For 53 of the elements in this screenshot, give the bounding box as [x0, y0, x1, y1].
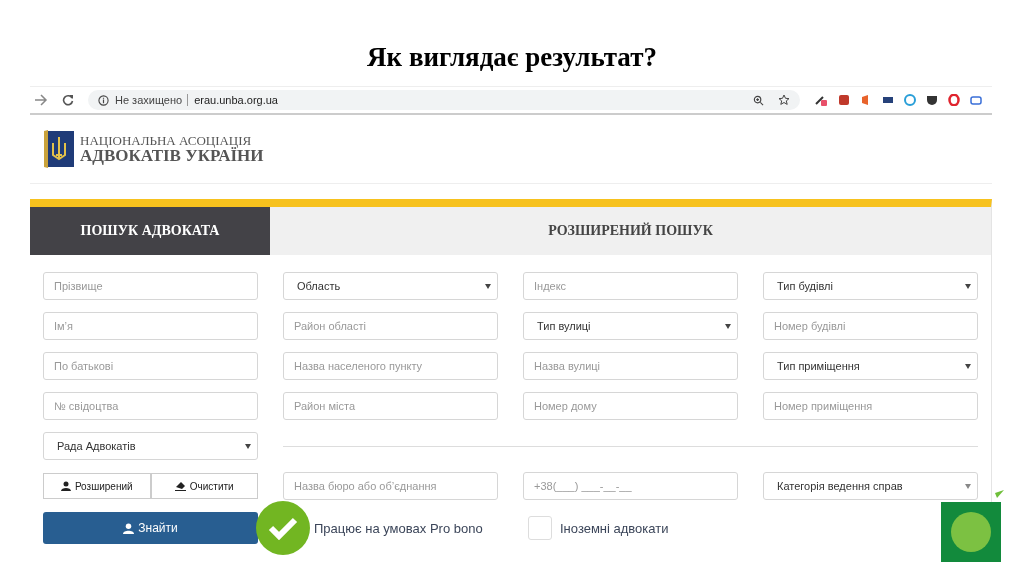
- checkbox-label: Працює на умовах Pro bono: [314, 520, 483, 536]
- caret-icon: [725, 323, 731, 329]
- reload-icon[interactable]: [62, 94, 74, 106]
- input-field[interactable]: № свідоцтва: [43, 392, 258, 420]
- person-icon: [60, 481, 71, 491]
- input-field[interactable]: Номер приміщення: [763, 392, 978, 420]
- info-icon[interactable]: [98, 94, 109, 106]
- input-field[interactable]: Назва населеного пункту: [283, 352, 498, 380]
- star-icon[interactable]: [778, 94, 790, 106]
- dropdown[interactable]: Область: [283, 272, 498, 300]
- input-field[interactable]: Номер будівлі: [763, 312, 978, 340]
- input-field[interactable]: Ім’я: [43, 312, 258, 340]
- zoom-icon[interactable]: [753, 94, 764, 106]
- action-button[interactable]: Очистити: [150, 473, 258, 499]
- dropdown[interactable]: Тип вулиці: [523, 312, 738, 340]
- find-button[interactable]: Знайти: [43, 512, 258, 544]
- caret-icon: [245, 443, 251, 449]
- url-text[interactable]: erau.unba.org.ua: [194, 94, 278, 106]
- caret-icon: [965, 283, 971, 289]
- logo-text: НАЦІОНАЛЬНА АСОЦІАЦІЯ: [80, 134, 252, 147]
- caret-icon: [485, 283, 491, 289]
- input-field[interactable]: Назва бюро або об’єднання: [283, 472, 498, 500]
- input-field[interactable]: +38(___) ___-__-__: [523, 472, 738, 500]
- input-field[interactable]: Район міста: [283, 392, 498, 420]
- input-field[interactable]: Номер дому: [523, 392, 738, 420]
- dropdown[interactable]: Категорія ведення справ: [763, 472, 978, 500]
- input-field[interactable]: Район області: [283, 312, 498, 340]
- extension-icon[interactable]: [882, 94, 894, 106]
- check-icon: [268, 516, 298, 540]
- dropdown[interactable]: Рада Адвокатів: [43, 432, 258, 460]
- slide-title: Як виглядає результат?: [366, 41, 658, 74]
- forward-icon[interactable]: [34, 94, 48, 106]
- tab[interactable]: РОЗШИРЕНИЙ ПОШУК: [270, 207, 991, 255]
- checkbox[interactable]: [528, 516, 552, 540]
- dropdown[interactable]: Тип будівлі: [763, 272, 978, 300]
- dropdown[interactable]: Тип приміщення: [763, 352, 978, 380]
- caret-icon: [965, 363, 971, 369]
- checkbox[interactable]: [256, 501, 310, 555]
- input-field[interactable]: Назва вулиці: [523, 352, 738, 380]
- tab[interactable]: ПОШУК АДВОКАТА: [30, 207, 270, 255]
- input-field[interactable]: Прізвище: [43, 272, 258, 300]
- checkbox-label: Іноземні адвокати: [560, 520, 669, 536]
- logo-text: АДВОКАТІВ УКРАЇНИ: [80, 147, 264, 164]
- eraser-icon: [174, 481, 186, 491]
- security-label: Не захищено: [115, 94, 189, 106]
- trident-emblem-icon: [42, 129, 76, 169]
- extension-icon[interactable]: [814, 93, 828, 107]
- input-field[interactable]: По батькові: [43, 352, 258, 380]
- input-field[interactable]: Індекс: [523, 272, 738, 300]
- caret-icon: [965, 483, 971, 489]
- person-icon: [123, 522, 135, 534]
- action-button[interactable]: Розширений: [43, 473, 151, 499]
- extension-icon[interactable]: [838, 94, 850, 106]
